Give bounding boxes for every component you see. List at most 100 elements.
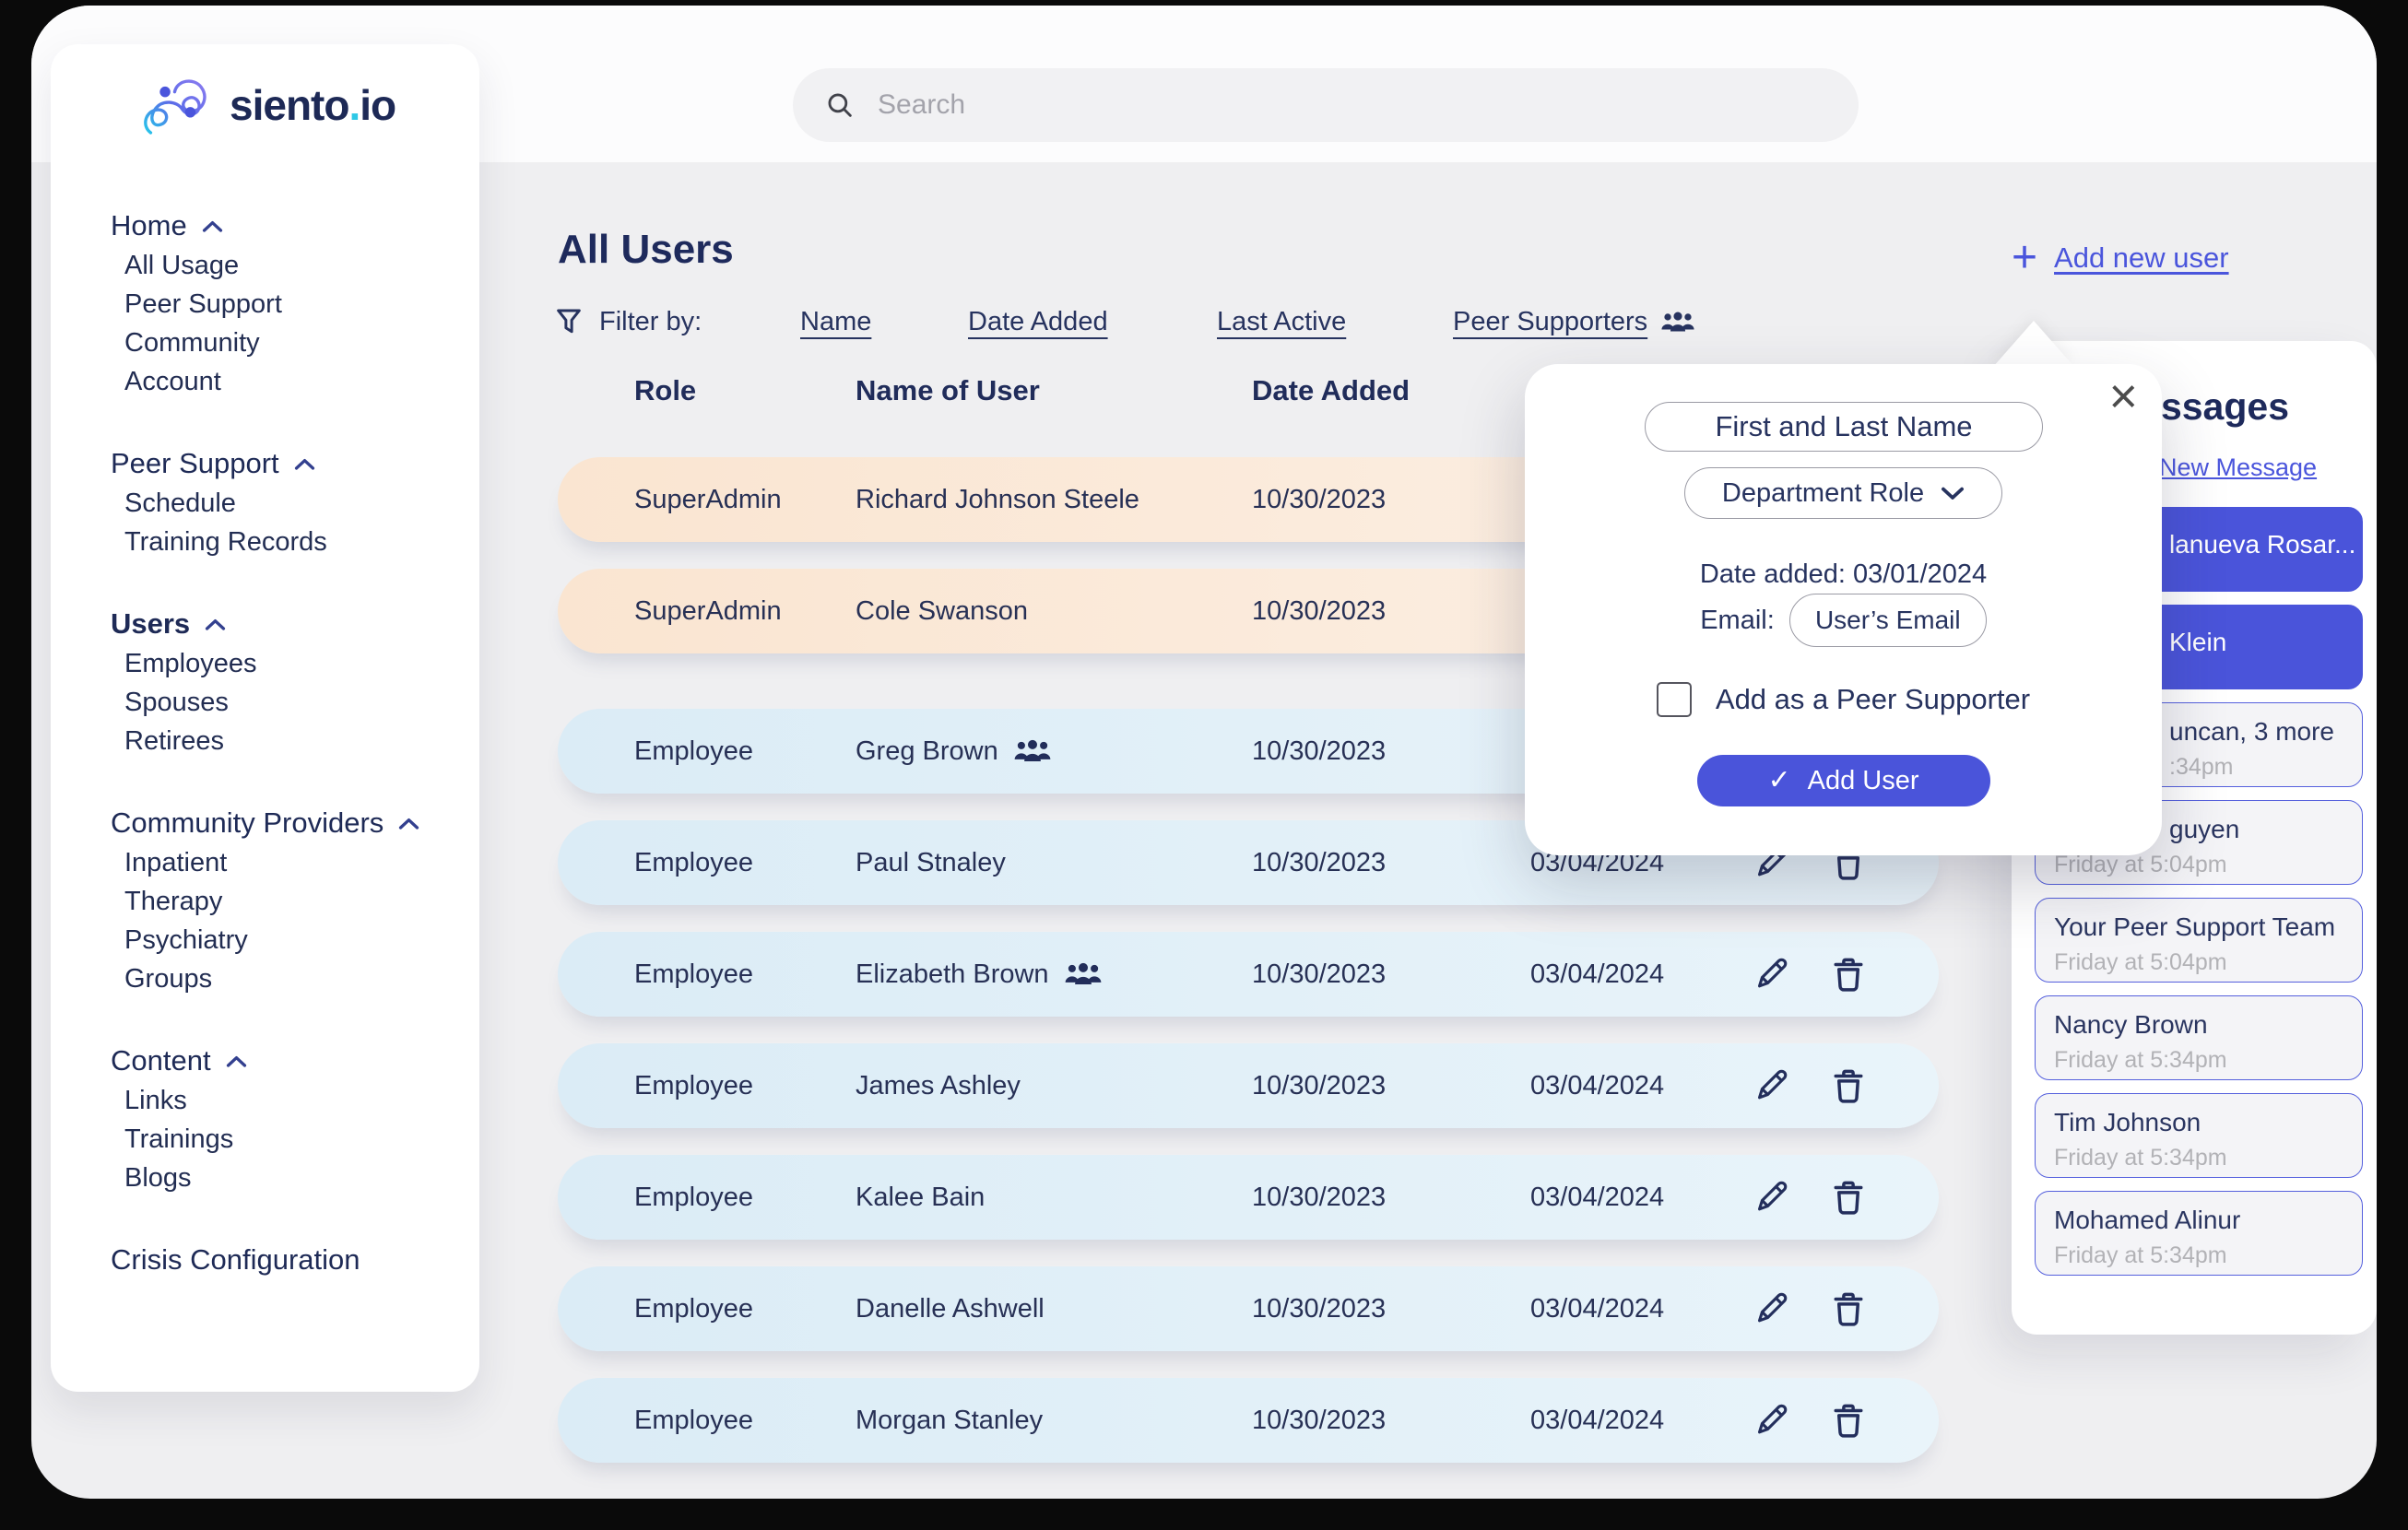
sidebar-header-label: Crisis Configuration [111,1240,360,1280]
edit-user-button[interactable] [1751,1289,1791,1329]
sidebar-header-crisis-configuration[interactable]: Crisis Configuration [51,1240,479,1280]
cell-date-added: 10/30/2023 [1252,569,1386,653]
edit-user-button[interactable] [1751,1400,1791,1441]
sidebar-section-peer-support: Peer SupportScheduleTraining Records [51,443,479,561]
brand-logo[interactable]: siento.io [141,72,395,138]
edit-user-button[interactable] [1751,1065,1791,1106]
close-icon[interactable]: × [2108,371,2138,421]
name-input[interactable]: First and Last Name [1645,402,2043,452]
sidebar-section-home: HomeAll UsagePeer SupportCommunityAccoun… [51,206,479,401]
cell-role: Employee [634,1155,753,1240]
message-item[interactable]: Nancy Brown Friday at 5:34pm [2035,995,2363,1080]
chevron-up-icon [226,1054,247,1068]
cell-role: Employee [634,1043,753,1128]
cell-name: James Ashley [856,1043,1021,1128]
sidebar-item-psychiatry[interactable]: Psychiatry [51,921,479,959]
email-row: Email: User’s Email [1525,594,2162,647]
cell-role: SuperAdmin [634,457,782,542]
delete-user-button[interactable] [1828,954,1869,994]
cell-name: Richard Johnson Steele [856,457,1139,542]
cell-date-added: 10/30/2023 [1252,1155,1386,1240]
message-sender: Klein [2169,628,2362,657]
brand-name: siento.io [230,80,395,130]
add-new-user-link[interactable]: + Add new user [2012,238,2229,278]
message-sender: guyen [2169,815,2362,844]
sidebar-item-trainings[interactable]: Trainings [51,1120,479,1159]
filter-funnel-icon [553,306,584,337]
cell-date-added: 10/30/2023 [1252,932,1386,1017]
date-added-text: Date added: 03/01/2024 [1525,559,2162,590]
search-bar[interactable] [793,68,1859,142]
message-timestamp: Friday at 5:04pm [2054,949,2362,976]
sidebar-item-training-records[interactable]: Training Records [51,523,479,561]
add-user-button[interactable]: ✓ Add User [1697,755,1990,806]
edit-user-button[interactable] [1751,954,1791,994]
message-sender: Tim Johnson [2054,1108,2362,1137]
cell-date-added: 10/30/2023 [1252,709,1386,794]
popup-pointer [1993,321,2074,367]
department-role-select[interactable]: Department Role [1684,467,2002,519]
logo-icon [141,72,220,138]
delete-user-button[interactable] [1828,1065,1869,1106]
sidebar-item-schedule[interactable]: Schedule [51,484,479,523]
cell-date-added: 10/30/2023 [1252,457,1386,542]
filter-label: Filter by: [599,302,702,341]
sidebar-item-employees[interactable]: Employees [51,644,479,683]
email-input[interactable]: User’s Email [1789,594,1987,647]
new-message-link[interactable]: New Message [2159,453,2317,482]
cell-role: Employee [634,1266,753,1351]
message-item[interactable]: Your Peer Support TeamFriday at 5:04pm [2035,898,2363,983]
delete-user-button[interactable] [1828,1400,1869,1441]
sidebar-item-peer-support[interactable]: Peer Support [51,285,479,324]
column-header-date-added: Date Added [1252,374,1410,407]
message-sender: Nancy Brown [2054,1010,2362,1040]
table-row: EmployeeDanelle Ashwell10/30/202303/04/2… [558,1266,1939,1351]
sidebar-header-users[interactable]: Users [51,604,479,644]
sidebar-header-community-providers[interactable]: Community Providers [51,803,479,843]
sidebar-item-community[interactable]: Community [51,324,479,362]
message-item[interactable]: Mohamed AlinurFriday at 5:34pm [2035,1191,2363,1276]
cell-date-added: 10/30/2023 [1252,1043,1386,1128]
search-icon [824,89,856,121]
sidebar-header-peer-support[interactable]: Peer Support [51,443,479,484]
peer-supporter-checkbox[interactable] [1657,682,1692,717]
sidebar-item-blogs[interactable]: Blogs [51,1159,479,1197]
message-sender: uncan, 3 more [2169,717,2362,747]
message-timestamp: Friday at 5:34pm [2054,1047,2362,1074]
chevron-up-icon [202,219,223,233]
delete-user-button[interactable] [1828,1177,1869,1218]
sidebar-item-therapy[interactable]: Therapy [51,882,479,921]
sidebar-item-inpatient[interactable]: Inpatient [51,843,479,882]
delete-user-button[interactable] [1828,1289,1869,1329]
filter-name[interactable]: Name [800,302,871,341]
cell-last-active: 03/04/2024 [1530,1378,1664,1463]
sidebar-item-all-usage[interactable]: All Usage [51,246,479,285]
sidebar-item-groups[interactable]: Groups [51,959,479,998]
sidebar-item-links[interactable]: Links [51,1081,479,1120]
chevron-up-icon [398,817,419,830]
message-timestamp: :34pm [2169,754,2362,781]
table-row: EmployeeKalee Bain10/30/202303/04/2024 [558,1155,1939,1240]
sidebar-item-account[interactable]: Account [51,362,479,401]
sidebar-item-retirees[interactable]: Retirees [51,722,479,760]
sidebar-header-home[interactable]: Home [51,206,479,246]
cell-name: Cole Swanson [856,569,1028,653]
cell-name: Danelle Ashwell [856,1266,1045,1351]
sidebar-nav: HomeAll UsagePeer SupportCommunityAccoun… [51,206,479,1323]
page-title: All Users [558,227,734,273]
cell-role: Employee [634,709,753,794]
cell-date-added: 10/30/2023 [1252,1378,1386,1463]
sidebar-header-content[interactable]: Content [51,1041,479,1081]
filter-date-added[interactable]: Date Added [968,302,1108,341]
search-input[interactable] [876,88,1827,122]
sidebar-item-spouses[interactable]: Spouses [51,683,479,722]
people-icon [1660,310,1695,335]
check-icon: ✓ [1767,767,1790,794]
table-row: EmployeeMorgan Stanley10/30/202303/04/20… [558,1378,1939,1463]
cell-name: Morgan Stanley [856,1378,1043,1463]
filter-peer-supporters[interactable]: Peer Supporters [1453,302,1695,341]
message-item[interactable]: Tim JohnsonFriday at 5:34pm [2035,1093,2363,1178]
sidebar: siento.io HomeAll UsagePeer SupportCommu… [51,44,479,1392]
edit-user-button[interactable] [1751,1177,1791,1218]
filter-last-active[interactable]: Last Active [1217,302,1346,341]
